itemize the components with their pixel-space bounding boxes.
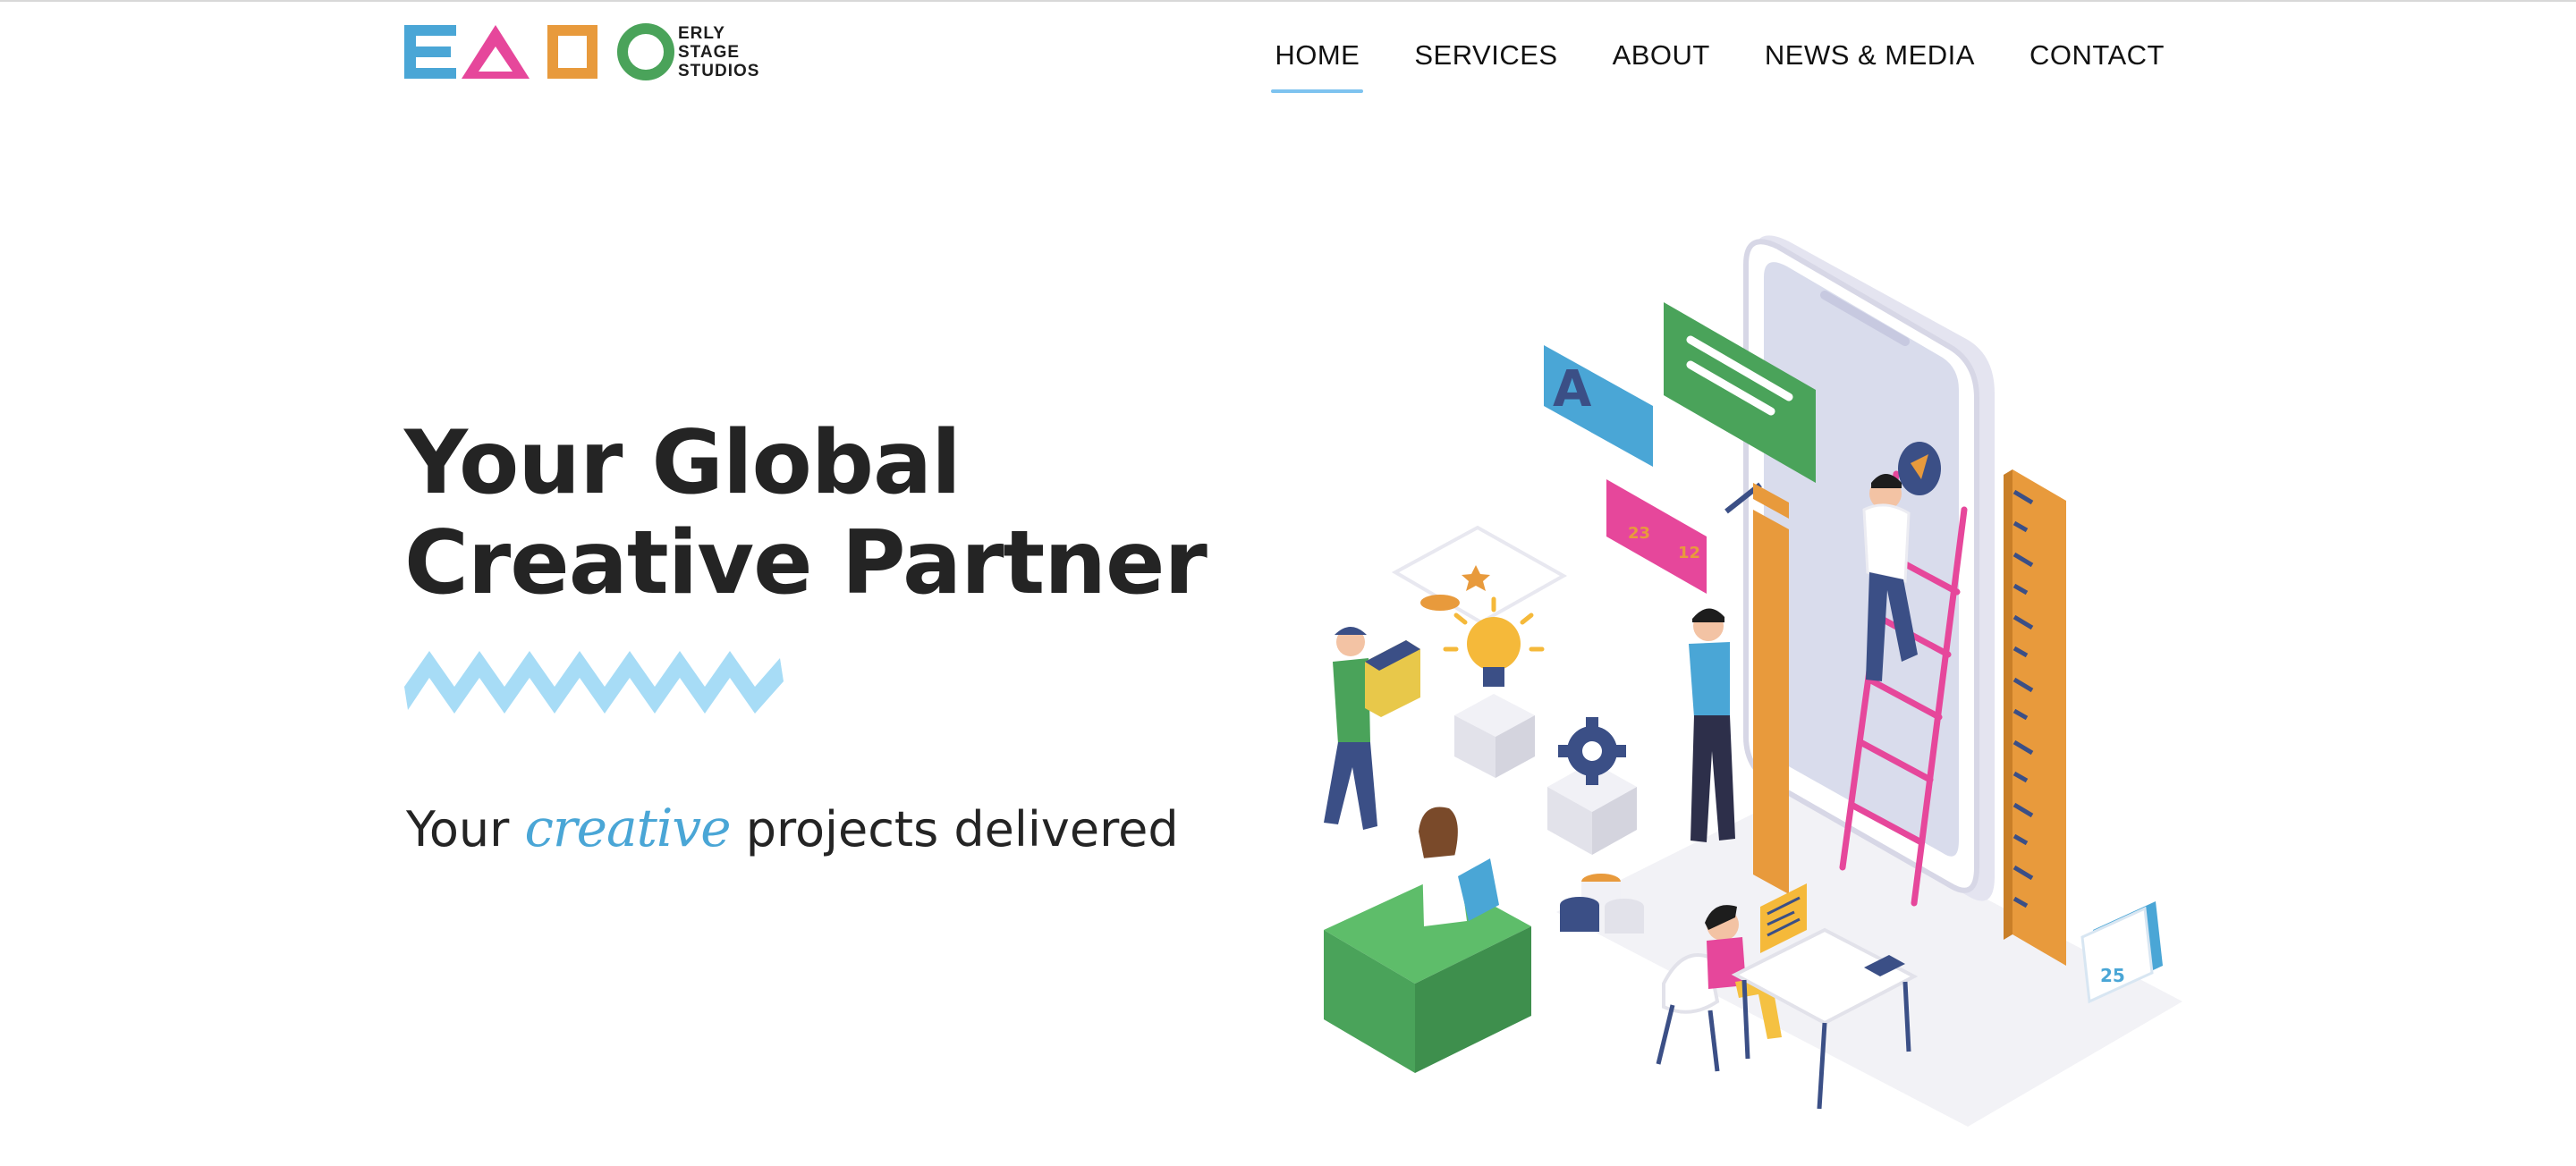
nav-news-media[interactable]: NEWS & MEDIA (1765, 39, 1975, 95)
calendar-day: 25 (2100, 965, 2125, 986)
logo-line-2: STAGE (678, 42, 741, 62)
nav-home[interactable]: HOME (1271, 39, 1364, 95)
nav-about[interactable]: ABOUT (1613, 39, 1710, 95)
woman-on-bench (1324, 807, 1531, 1073)
hero-title: Your Global Creative Partner (404, 412, 1208, 614)
hero-illustration: A 23 12 25 (1324, 235, 2182, 1127)
logo-text: ERLY STAGE STUDIOS (678, 24, 759, 80)
delivery-man (1324, 627, 1420, 830)
svg-text:A: A (1553, 360, 1592, 418)
ruler-icon (2004, 469, 2066, 966)
tagline-accent: creative (524, 798, 731, 858)
likes-count: 23 (1628, 524, 1650, 543)
hero-title-line-2: Creative Partner (404, 512, 1208, 614)
site-header: ERLY STAGE STUDIOS HOME SERVICES ABOUT N… (0, 0, 2576, 107)
main-nav: HOME SERVICES ABOUT NEWS & MEDIA CONTACT (1271, 39, 2165, 95)
tagline-suffix: projects delivered (745, 801, 1179, 858)
tagline-prefix: Your (406, 801, 510, 858)
hero-title-line-1: Your Global (404, 412, 962, 514)
lightbulb-icon (1443, 596, 1545, 778)
comments-count: 12 (1678, 544, 1700, 562)
logo-line-3: STUDIOS (678, 61, 760, 80)
logo[interactable]: ERLY STAGE STUDIOS (404, 23, 759, 80)
gear-icon (1547, 717, 1637, 855)
hero-tagline: Your creative projects delivered (406, 798, 1179, 858)
nav-services[interactable]: SERVICES (1414, 39, 1557, 95)
logo-line-1: ERLY (678, 23, 725, 43)
nav-contact[interactable]: CONTACT (2029, 39, 2165, 95)
zigzag-decoration (404, 651, 784, 714)
